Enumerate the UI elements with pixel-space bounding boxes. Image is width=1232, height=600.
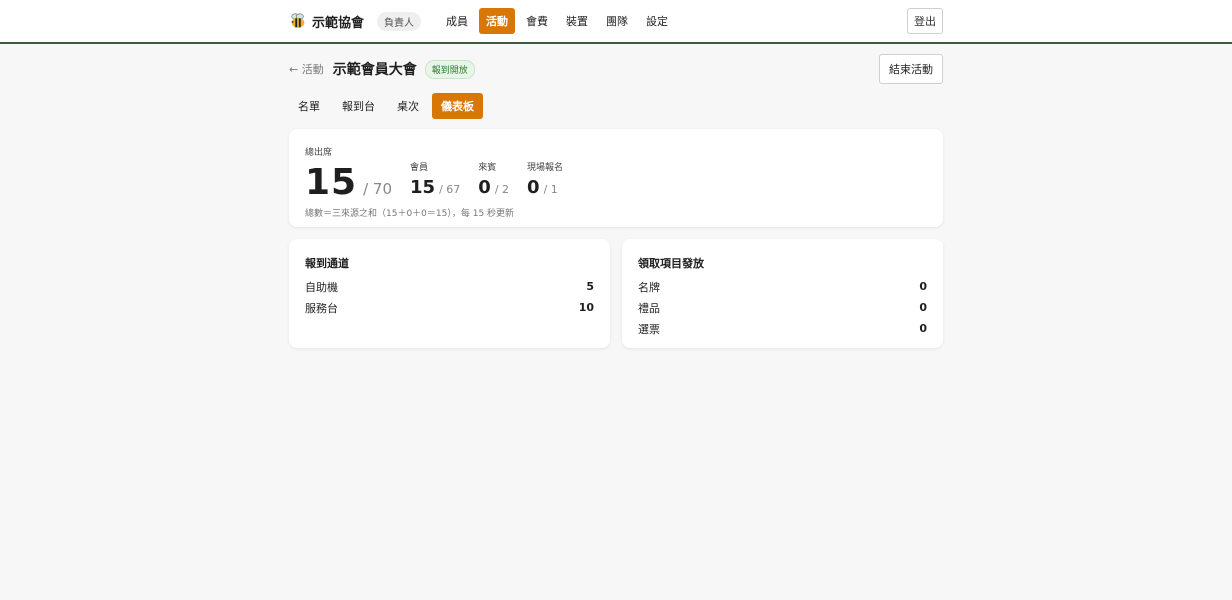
list-item: 名牌 0 — [638, 276, 927, 297]
list-item: 自助機 5 — [305, 276, 594, 297]
list-item-label: 自助機 — [305, 280, 338, 294]
walkin-stat-label: 現場報名 — [527, 163, 564, 173]
brand-name: 示範協會 — [312, 15, 365, 31]
nav-item-team[interactable]: 團隊 — [599, 8, 635, 34]
status-badge: 報到開放 — [424, 59, 475, 79]
list-item: 選票 0 — [638, 318, 927, 339]
back-link[interactable]: ← 活動 — [289, 61, 324, 77]
total-attendance-value: 15 — [305, 162, 358, 203]
walkin-stat-value: 0 — [527, 177, 540, 198]
list-item-value: 0 — [919, 280, 927, 293]
list-item: 服務台 10 — [305, 297, 594, 318]
members-stat-label: 會員 — [410, 163, 429, 173]
members-stat-capacity: / 67 — [439, 183, 461, 196]
item-distribution-title: 領取項目發放 — [638, 257, 704, 270]
tab-dashboard[interactable]: 儀表板 — [432, 93, 483, 119]
checkin-channels-title: 報到通道 — [305, 257, 349, 270]
summary-grid: 報到通道 自助機 5 服務台 10 領取項目發放 名牌 0 禮品 0 選票 0 — [289, 239, 943, 348]
walkin-stat-capacity: / 1 — [543, 183, 558, 196]
checkin-channels-card: 報到通道 自助機 5 服務台 10 — [289, 239, 610, 348]
list-item-label: 名牌 — [638, 280, 660, 294]
page-title: 示範會員大會 — [332, 62, 417, 78]
list-item-label: 禮品 — [638, 301, 660, 315]
guests-stat-capacity: / 2 — [494, 183, 510, 196]
walkin-stat: 現場報名 0 / 1 — [527, 160, 563, 198]
nav-item-settings[interactable]: 設定 — [639, 8, 675, 34]
brand[interactable]: 示範協會 負責人 — [289, 11, 422, 31]
bee-logo-icon — [291, 13, 305, 28]
nav-item-members[interactable]: 成員 — [439, 8, 475, 34]
guests-stat-value: 0 — [478, 177, 491, 198]
main-content: ← 活動 示範會員大會 報到開放 結束活動 名單 報到台 桌次 儀表板 總出席 … — [289, 44, 943, 348]
list-item-value: 0 — [919, 301, 927, 314]
item-distribution-card: 領取項目發放 名牌 0 禮品 0 選票 0 — [622, 239, 943, 348]
nav-item-events[interactable]: 活動 — [479, 8, 516, 34]
list-item-label: 選票 — [638, 322, 660, 336]
role-badge: 負責人 — [377, 11, 422, 31]
list-item: 禮品 0 — [638, 297, 927, 318]
main-nav: 成員 活動 會費 裝置 團隊 設定 — [439, 8, 675, 34]
stats-note: 總數＝三來源之和（15＋0＋0＝15），每 15 秒更新 — [305, 209, 515, 219]
list-item-label: 服務台 — [305, 301, 338, 315]
members-stat-value: 15 — [410, 177, 436, 198]
guests-stat-label: 來賓 — [478, 163, 497, 173]
list-item-value: 10 — [578, 301, 594, 314]
list-item-value: 5 — [586, 280, 594, 293]
total-attendance-capacity: / 70 — [363, 180, 393, 198]
tab-tables[interactable]: 桌次 — [388, 93, 428, 119]
nav-item-devices[interactable]: 裝置 — [559, 8, 595, 34]
tab-checkin-desk[interactable]: 報到台 — [333, 93, 384, 119]
members-stat: 會員 15 / 67 — [410, 160, 460, 198]
total-attendance-label: 總出席 — [305, 148, 333, 158]
top-navbar: 示範協會 負責人 成員 活動 會費 裝置 團隊 設定 登出 — [0, 0, 1232, 44]
attendance-stats-card: 總出席 15 / 70 會員 15 / 67 來賓 0 / 2 現場報名 0 /… — [289, 129, 943, 227]
logout-button[interactable]: 登出 — [907, 8, 943, 34]
nav-item-fees[interactable]: 會費 — [519, 8, 555, 34]
list-item-value: 0 — [919, 322, 927, 335]
tab-roster[interactable]: 名單 — [289, 93, 329, 119]
event-tabs: 名單 報到台 桌次 儀表板 — [289, 93, 943, 119]
end-event-button[interactable]: 結束活動 — [879, 54, 943, 84]
guests-stat: 來賓 0 / 2 — [478, 160, 509, 198]
page-header: ← 活動 示範會員大會 報到開放 結束活動 — [289, 44, 943, 94]
